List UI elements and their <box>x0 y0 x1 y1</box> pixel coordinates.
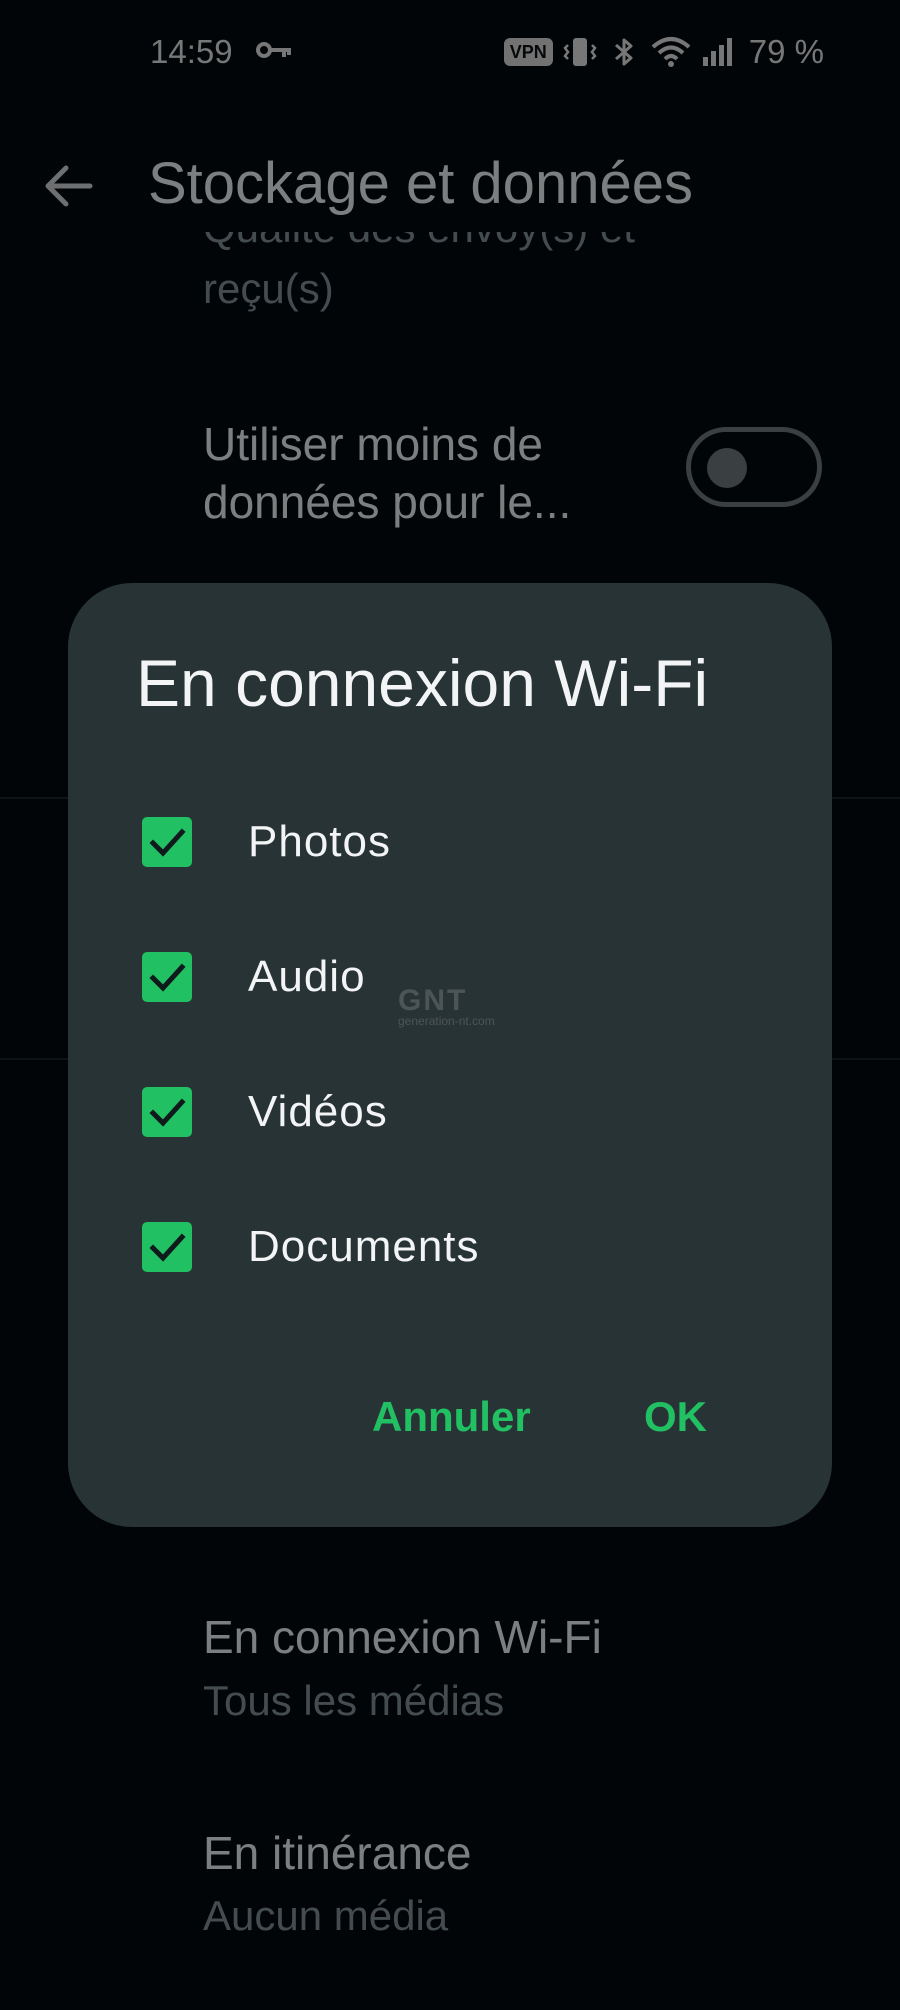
check-icon <box>149 963 186 992</box>
option-label: Vidéos <box>248 1087 388 1136</box>
ok-button[interactable]: OK <box>628 1383 723 1451</box>
watermark-text: GNT <box>398 984 468 1017</box>
option-videos[interactable]: Vidéos <box>142 1063 762 1163</box>
option-documents[interactable]: Documents <box>142 1198 762 1298</box>
check-icon <box>149 1233 186 1262</box>
option-label: Photos <box>248 817 391 866</box>
option-label: Documents <box>248 1222 480 1271</box>
wifi-media-dialog: En connexion Wi-Fi Photos Audio Vidéos D… <box>68 583 832 1527</box>
dialog-title: En connexion Wi-Fi <box>136 646 709 720</box>
watermark-subtext: generation-nt.com <box>398 1014 495 1028</box>
check-icon <box>149 828 186 857</box>
photos-checkbox[interactable] <box>142 817 192 867</box>
documents-checkbox[interactable] <box>142 1222 192 1272</box>
option-label: Audio <box>248 952 366 1001</box>
audio-checkbox[interactable] <box>142 952 192 1002</box>
option-photos[interactable]: Photos <box>142 793 762 893</box>
cancel-button[interactable]: Annuler <box>356 1383 547 1451</box>
videos-checkbox[interactable] <box>142 1087 192 1137</box>
watermark-logo: GNT generation-nt.com <box>398 984 495 1028</box>
check-icon <box>149 1098 186 1127</box>
